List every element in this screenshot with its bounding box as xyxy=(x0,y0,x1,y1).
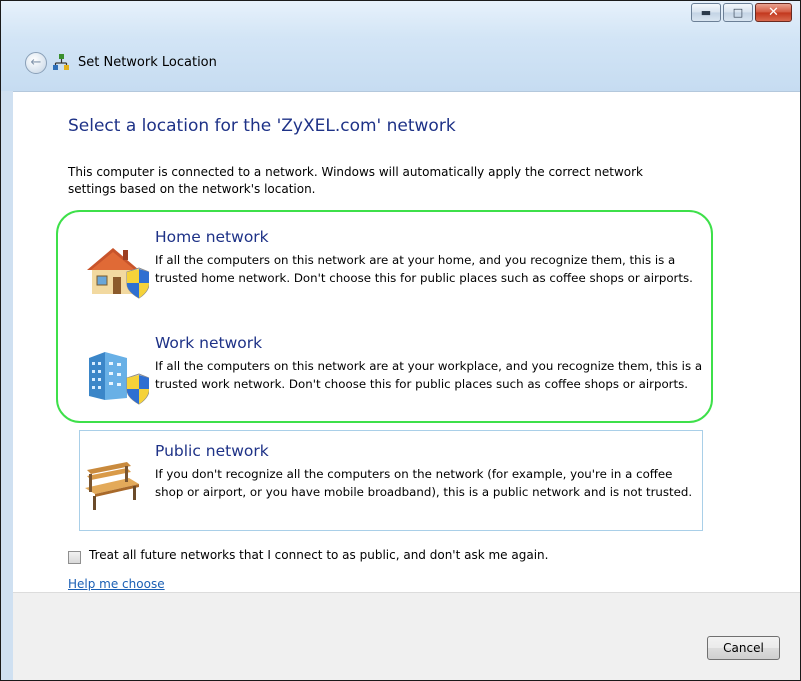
public-network-description: If you don't recognize all the computers… xyxy=(155,467,693,499)
dialog-footer: Cancel xyxy=(13,592,800,680)
public-network-bench-icon xyxy=(85,462,139,510)
back-arrow-icon: ← xyxy=(30,55,42,70)
network-icon xyxy=(53,54,69,70)
back-button[interactable]: ← xyxy=(25,52,47,74)
help-me-choose-link[interactable]: Help me choose xyxy=(68,577,165,591)
page-heading: Select a location for the 'ZyXEL.com' ne… xyxy=(68,116,456,136)
work-network-icon xyxy=(89,352,149,405)
intro-text: This computer is connected to a network.… xyxy=(68,165,644,196)
home-network-option[interactable]: Home network If all the computers on thi… xyxy=(83,228,703,332)
close-button[interactable]: ✕ xyxy=(755,3,792,22)
treat-as-public-label: Treat all future networks that I connect… xyxy=(89,548,549,562)
minimize-icon: ▬ xyxy=(700,6,712,19)
title-bar: ▬ □ ✕ ← Set Network Location xyxy=(1,1,800,91)
home-network-icon xyxy=(87,248,149,299)
public-network-option[interactable]: Public network If you don't recognize al… xyxy=(83,442,703,546)
maximize-icon: □ xyxy=(732,6,744,19)
close-icon: ✕ xyxy=(768,5,779,20)
dialog-title: Set Network Location xyxy=(78,55,217,70)
work-network-option[interactable]: Work network If all the computers on thi… xyxy=(83,334,703,438)
cancel-button[interactable]: Cancel xyxy=(707,636,780,660)
minimize-button[interactable]: ▬ xyxy=(691,3,721,22)
home-network-description: If all the computers on this network are… xyxy=(155,253,693,285)
maximize-button[interactable]: □ xyxy=(723,3,753,22)
content-area: Select a location for the 'ZyXEL.com' ne… xyxy=(13,91,800,592)
treat-as-public-checkbox[interactable] xyxy=(68,551,81,564)
public-network-title: Public network xyxy=(155,442,269,460)
work-network-description: If all the computers on this network are… xyxy=(155,359,703,391)
home-network-title: Home network xyxy=(155,228,269,246)
set-network-location-window: ▬ □ ✕ ← Set Network Location Select a lo… xyxy=(0,0,801,681)
work-network-title: Work network xyxy=(155,334,263,352)
